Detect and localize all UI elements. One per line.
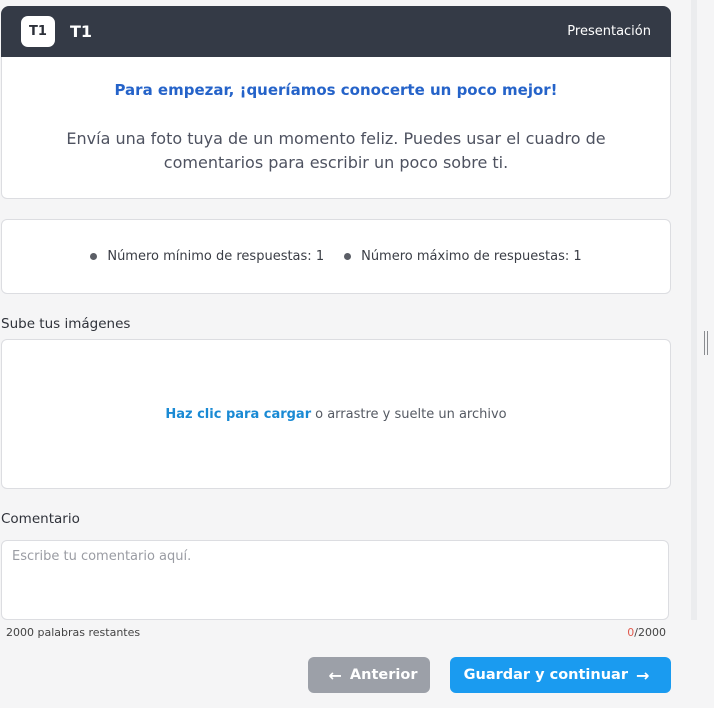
comment-label: Comentario [1,511,80,527]
intro-description: Envía una foto tuya de un momento feliz.… [66,129,606,172]
arrow-right-icon: → [635,665,650,685]
response-limits-card: Número mínimo de respuestas: 1 Número má… [1,219,671,294]
upload-label: Sube tus imágenes [1,316,131,332]
max-responses: Número máximo de respuestas: 1 [344,249,582,264]
dropzone-hint: o arrastre y suelte un archivo [315,406,507,422]
bullet-icon [344,253,352,260]
intro-card: Para empezar, ¡queríamos conocerte un po… [1,57,671,199]
min-responses: Número mínimo de respuestas: 1 [90,249,324,264]
resize-handle-icon[interactable] [704,331,710,355]
section-name: Presentación [567,24,651,39]
counter-max: /2000 [634,626,666,639]
scrollbar-track[interactable] [691,0,697,620]
arrow-left-icon: ← [328,665,342,685]
section-badge: T1 [21,16,55,47]
intro-heading: Para empezar, ¡queríamos conocerte un po… [114,81,558,99]
click-to-upload-link[interactable]: Haz clic para cargar [165,407,311,422]
image-dropzone[interactable]: Haz clic para cargar o arrastre y suelte… [1,339,671,489]
words-remaining: 2000 palabras restantes [6,626,141,639]
save-continue-label: Guardar y continuar [463,667,628,683]
max-responses-text: Número máximo de respuestas: 1 [361,249,582,264]
card-header: T1 T1 Presentación [1,6,671,57]
previous-label: Anterior [349,667,418,683]
previous-button[interactable]: ← Anterior [308,657,430,693]
bullet-icon [90,253,98,260]
character-counter: 0/2000 [627,626,666,639]
comment-textarea[interactable] [1,540,669,620]
card-title: T1 [70,22,93,41]
save-continue-button[interactable]: Guardar y continuar → [450,657,671,693]
min-responses-text: Número mínimo de respuestas: 1 [107,249,325,264]
